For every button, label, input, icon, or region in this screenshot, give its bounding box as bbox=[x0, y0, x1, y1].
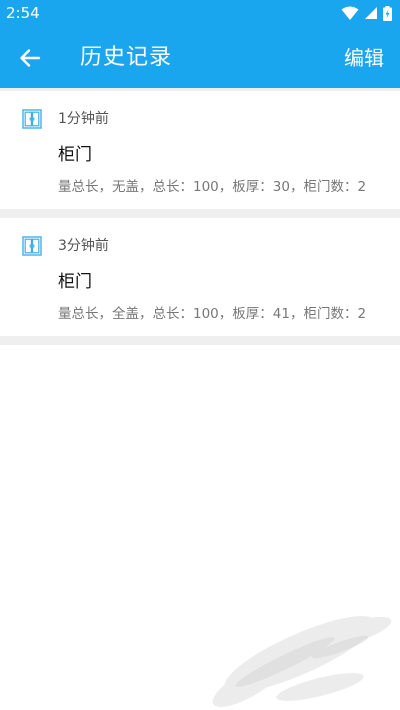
watermark-decoration bbox=[212, 615, 392, 707]
record-description: 量总长，无盖，总长：100，板厚：30，柜门数：2 bbox=[58, 179, 367, 195]
arrow-left-icon bbox=[20, 49, 41, 67]
status-icons bbox=[341, 5, 392, 21]
record-time: 3分钟前 bbox=[58, 238, 109, 254]
cabinet-door-icon bbox=[22, 109, 42, 129]
cabinet-door-icon bbox=[22, 236, 42, 256]
wifi-icon bbox=[341, 6, 359, 20]
app-bar: 历史记录 编辑 bbox=[0, 27, 400, 88]
history-list: 1分钟前 柜门 量总长，无盖，总长：100，板厚：30，柜门数：2 3分钟前 柜… bbox=[0, 88, 400, 345]
list-item[interactable]: 1分钟前 柜门 量总长，无盖，总长：100，板厚：30，柜门数：2 bbox=[0, 91, 400, 209]
list-item[interactable]: 3分钟前 柜门 量总长，全盖，总长：100，板厚：41，柜门数：2 bbox=[0, 218, 400, 336]
list-divider bbox=[0, 209, 400, 218]
back-button[interactable] bbox=[14, 42, 46, 74]
battery-charging-icon bbox=[383, 5, 392, 21]
record-title: 柜门 bbox=[58, 272, 92, 292]
status-bar: 2:54 bbox=[0, 0, 400, 27]
record-time: 1分钟前 bbox=[58, 111, 109, 127]
list-divider bbox=[0, 336, 400, 345]
status-time: 2:54 bbox=[6, 4, 40, 22]
cell-signal-icon bbox=[365, 7, 377, 19]
record-description: 量总长，全盖，总长：100，板厚：41，柜门数：2 bbox=[58, 306, 367, 322]
record-title: 柜门 bbox=[58, 145, 92, 165]
page-title: 历史记录 bbox=[80, 45, 173, 70]
edit-button[interactable]: 编辑 bbox=[344, 43, 384, 73]
